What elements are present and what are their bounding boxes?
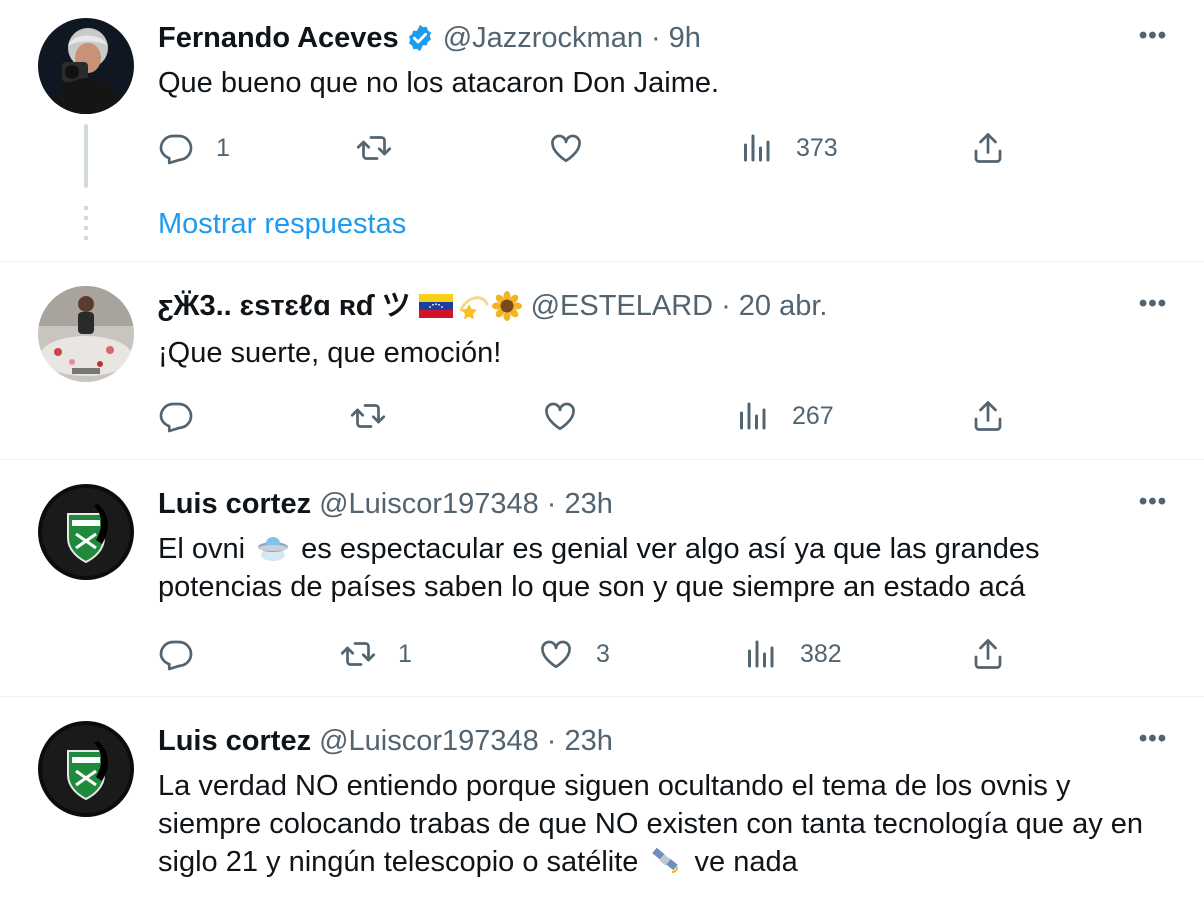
tweet-header: Luis cortez @Luiscor197348 · 23h — [158, 723, 613, 759]
timestamp[interactable]: 9h — [669, 20, 701, 56]
avatar[interactable] — [38, 721, 134, 817]
retweet-icon — [356, 130, 392, 166]
author-handle[interactable]: @Luiscor197348 — [319, 723, 539, 759]
share-icon — [970, 130, 1006, 166]
retweet-button[interactable]: 1 — [340, 634, 412, 674]
reply-icon — [158, 636, 194, 672]
like-count: 3 — [596, 639, 610, 668]
views-count: 373 — [796, 133, 838, 162]
like-button[interactable] — [542, 396, 578, 436]
tweet[interactable]: Luis cortez @Luiscor197348 · 23h ••• El … — [0, 460, 1204, 697]
tweet-text: ¡Que suerte, que emoción! — [158, 337, 502, 369]
retweet-icon — [340, 636, 376, 672]
author-handle[interactable]: @ESTELARD — [531, 288, 714, 324]
author-name[interactable]: Luis cortez — [158, 723, 311, 759]
action-bar: 1 373 — [158, 128, 1038, 168]
action-bar: 1 3 382 — [158, 634, 1038, 674]
like-button[interactable]: 3 — [538, 634, 610, 674]
more-options-icon[interactable]: ••• — [1138, 290, 1168, 326]
views-icon — [742, 636, 778, 672]
heart-icon — [542, 398, 578, 434]
avatar[interactable] — [38, 484, 134, 580]
more-options-icon[interactable]: ••• — [1138, 22, 1168, 58]
views-button[interactable]: 267 — [734, 396, 834, 436]
heart-icon — [538, 636, 574, 672]
tweet[interactable]: ƹӜ3.. ɛsтɛℓɑ ʀɗ ツ @ESTELARD · 20 abr. ••… — [0, 262, 1204, 460]
timestamp[interactable]: 23h — [564, 486, 612, 522]
reply-button[interactable] — [158, 634, 194, 674]
dizzy-star-icon — [459, 296, 489, 320]
avatar[interactable] — [38, 286, 134, 382]
share-button[interactable] — [970, 634, 1006, 674]
tweet-text: Que bueno que no los atacaron Don Jaime. — [158, 67, 720, 99]
tweet-text-part: El ovni — [158, 533, 254, 565]
share-button[interactable] — [970, 396, 1006, 436]
tweet-header: ƹӜ3.. ɛsтɛℓɑ ʀɗ ツ @ESTELARD · 20 abr. — [158, 288, 827, 324]
retweet-count: 1 — [398, 639, 412, 668]
author-handle[interactable]: @Luiscor197348 — [319, 486, 539, 522]
timestamp[interactable]: 20 abr. — [739, 288, 828, 324]
separator: · — [546, 725, 557, 757]
reply-icon — [158, 398, 194, 434]
timestamp[interactable]: 23h — [564, 723, 612, 759]
ufo-icon — [258, 537, 289, 561]
reply-icon — [158, 130, 194, 166]
tweet[interactable]: Luis cortez @Luiscor197348 · 23h ••• La … — [0, 697, 1204, 906]
author-name[interactable]: Fernando Aceves — [158, 20, 399, 56]
like-button[interactable] — [548, 128, 584, 168]
tweet-text-part: es espectacular es genial ver algo así y… — [158, 533, 1040, 603]
tweet-header: Fernando Aceves @Jazzrockman · 9h — [158, 20, 701, 56]
separator: · — [650, 22, 661, 54]
views-button[interactable]: 373 — [738, 128, 838, 168]
views-count: 382 — [800, 639, 842, 668]
views-icon — [738, 130, 774, 166]
more-options-icon[interactable]: ••• — [1138, 725, 1168, 761]
sunflower-icon — [491, 291, 522, 321]
author-name[interactable]: ƹӜ3.. ɛsтɛℓɑ ʀɗ ツ — [158, 288, 411, 324]
reply-count: 1 — [216, 133, 230, 162]
verified-badge-icon — [408, 24, 431, 52]
heart-icon — [548, 130, 584, 166]
tweet-header: Luis cortez @Luiscor197348 · 23h — [158, 486, 613, 522]
retweet-icon — [350, 398, 386, 434]
views-button[interactable]: 382 — [742, 634, 842, 674]
retweet-button[interactable] — [356, 128, 392, 168]
reply-button[interactable] — [158, 396, 194, 436]
satellite-icon — [652, 847, 679, 873]
share-icon — [970, 398, 1006, 434]
action-bar: 267 — [158, 396, 1038, 436]
separator: · — [721, 290, 731, 322]
thread-dots — [84, 206, 88, 242]
tweet-text-part: ve nada — [686, 846, 798, 878]
share-button[interactable] — [970, 128, 1006, 168]
author-name[interactable]: Luis cortez — [158, 486, 311, 522]
tweet-text: El ovni es espectacular es genial ver al… — [158, 530, 1164, 606]
share-icon — [970, 636, 1006, 672]
more-options-icon[interactable]: ••• — [1138, 488, 1168, 524]
retweet-button[interactable] — [350, 396, 386, 436]
reply-button[interactable]: 1 — [158, 128, 230, 168]
author-handle[interactable]: @Jazzrockman — [443, 20, 643, 56]
avatar[interactable] — [38, 18, 134, 114]
show-replies-link[interactable]: Mostrar respuestas — [158, 206, 406, 242]
views-icon — [734, 398, 770, 434]
tweet-text: La verdad NO entiendo porque siguen ocul… — [158, 767, 1164, 881]
tweet[interactable]: Fernando Aceves @Jazzrockman · 9h ••• Qu… — [0, 0, 1204, 262]
views-count: 267 — [792, 401, 834, 430]
venezuela-flag-icon — [418, 294, 453, 318]
separator: · — [546, 488, 557, 520]
thread-line — [84, 124, 88, 188]
